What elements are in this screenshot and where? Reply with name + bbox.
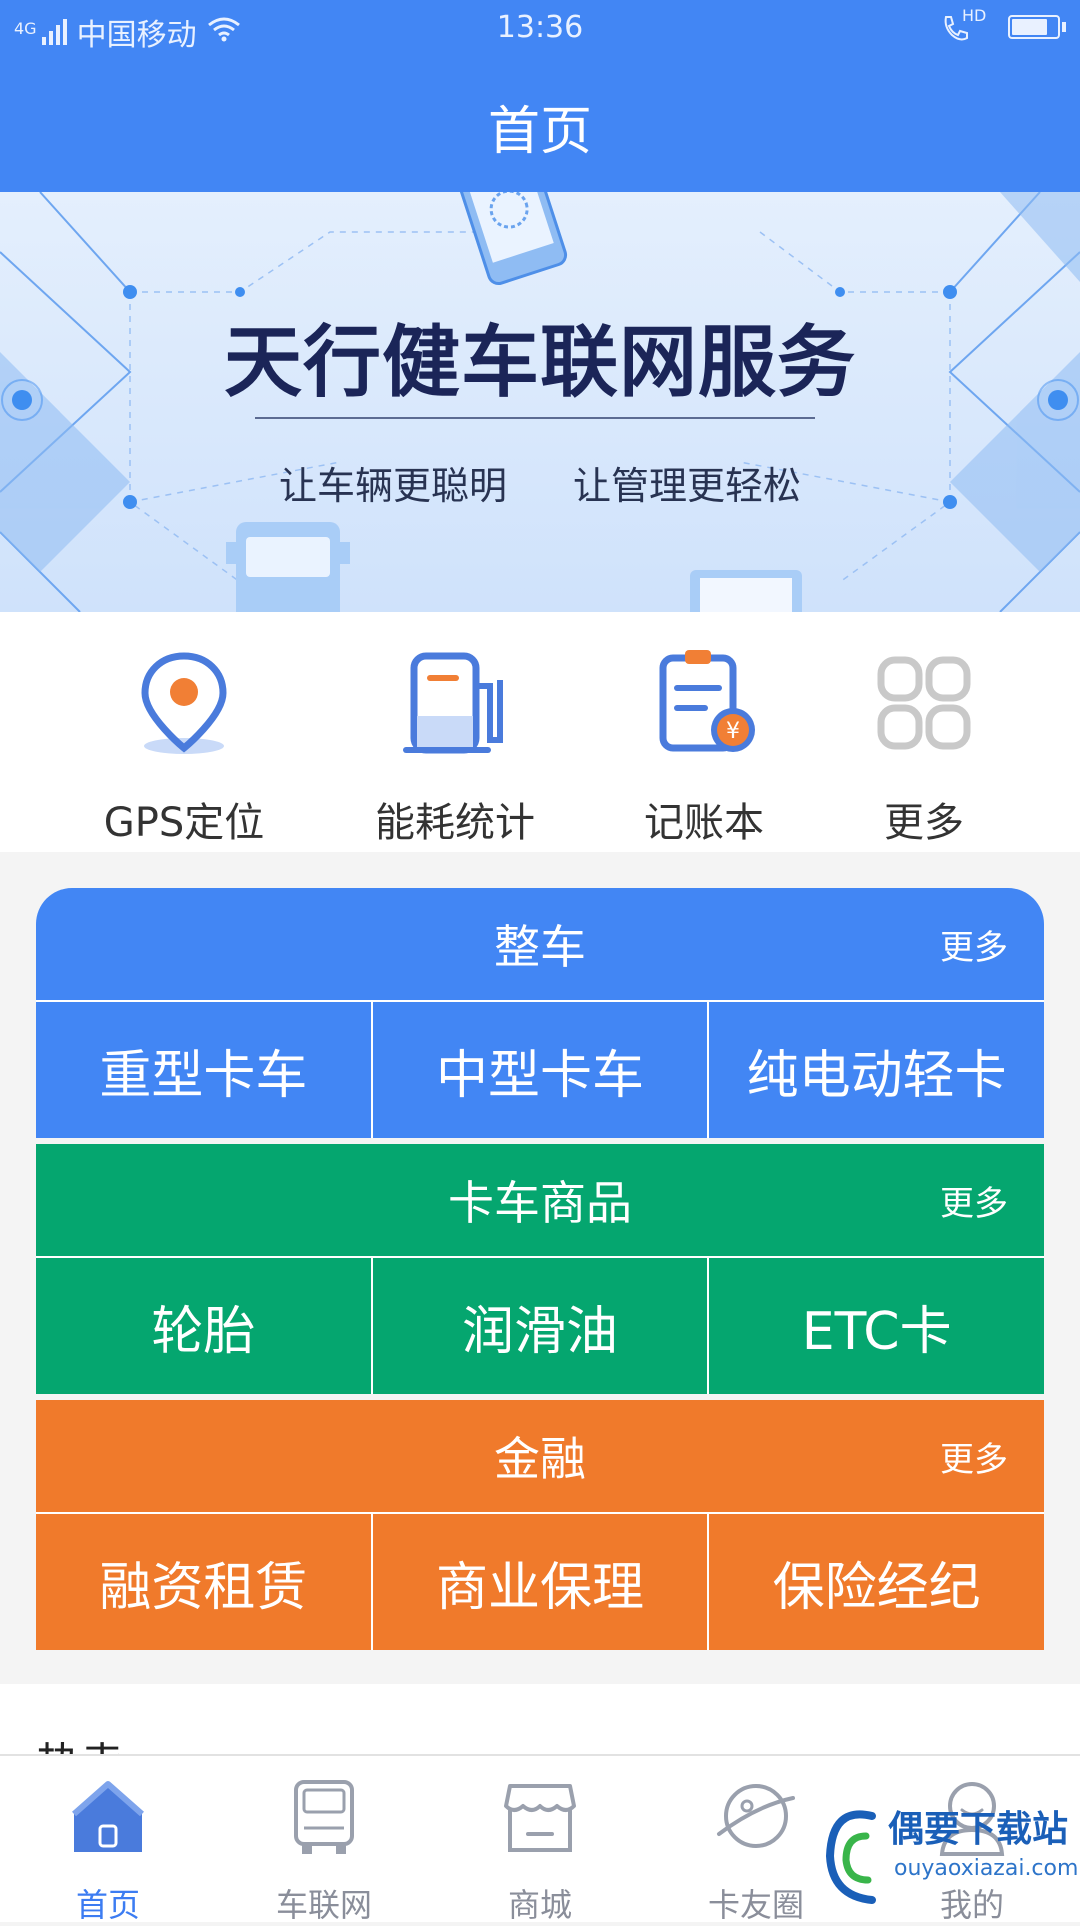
tab-label: 商城	[507, 1886, 572, 1924]
category-insurance-brokerage[interactable]: 保险经纪	[707, 1514, 1044, 1650]
section-title: 金融	[494, 1432, 586, 1486]
fuel-pump-icon	[403, 652, 503, 754]
quick-label: 记账本	[644, 800, 764, 846]
section-items-vehicles: 重型卡车 中型卡车 纯电动轻卡	[36, 1000, 1044, 1138]
tab-mall[interactable]: 商城	[432, 1756, 648, 1924]
quick-more[interactable]: 更多	[814, 638, 1034, 848]
category-commercial-factoring[interactable]: 商业保理	[370, 1514, 708, 1650]
bottom-tab-bar: 首页 车联网 商城 卡友圈 我的 偶要下载站 ouyaoxiazai.com	[0, 1754, 1080, 1924]
section-more-link[interactable]: 更多	[940, 1400, 1008, 1512]
category-financial-leasing[interactable]: 融资租赁	[36, 1514, 371, 1650]
truck-icon	[294, 1780, 354, 1854]
section-header-truck-goods[interactable]: 卡车商品 更多	[36, 1144, 1044, 1256]
grid-more-icon	[877, 656, 971, 750]
section-title: 整车	[494, 920, 586, 974]
quick-label: 能耗统计	[375, 800, 535, 846]
page-title: 首页	[0, 60, 1080, 192]
watermark-logo-icon	[825, 1810, 876, 1904]
quick-ledger[interactable]: ¥ 记账本	[594, 638, 814, 848]
svg-text:¥: ¥	[726, 719, 740, 744]
category-tires[interactable]: 轮胎	[36, 1258, 371, 1394]
shop-icon	[504, 1784, 576, 1852]
banner-subtitle: 让车辆更聪明 让管理更轻松	[0, 455, 1080, 510]
status-bar: 4G 中国移动 13:36 HD	[0, 0, 1080, 60]
quick-label: 更多	[884, 800, 964, 846]
watermark-name: 偶要下载站	[888, 1809, 1069, 1850]
tab-label: 首页	[75, 1886, 140, 1924]
quick-label: GPS定位	[103, 800, 265, 846]
category-electric-light-truck[interactable]: 纯电动轻卡	[707, 1002, 1044, 1138]
planet-icon	[717, 1784, 795, 1848]
section-header-finance[interactable]: 金融 更多	[36, 1400, 1044, 1512]
battery-icon	[1008, 15, 1066, 39]
section-items-truck-goods: 轮胎 润滑油 ETC卡	[36, 1256, 1044, 1394]
quick-actions: GPS定位 能耗统计 ¥ 记账本 更多	[0, 612, 1080, 852]
tab-label: 车联网	[275, 1886, 372, 1924]
quick-energy-stats[interactable]: 能耗统计	[345, 638, 565, 848]
tab-vehicle-network[interactable]: 车联网	[216, 1756, 432, 1924]
section-title: 卡车商品	[448, 1176, 632, 1230]
section-more-link[interactable]: 更多	[940, 1144, 1008, 1256]
promo-banner[interactable]: 天行健车联网服务 让车辆更聪明 让管理更轻松	[0, 192, 1080, 612]
banner-subtitle-left: 让车辆更聪明	[278, 464, 507, 508]
category-lubricant[interactable]: 润滑油	[370, 1258, 708, 1394]
home-icon	[72, 1781, 144, 1852]
category-medium-truck[interactable]: 中型卡车	[370, 1002, 708, 1138]
section-items-finance: 融资租赁 商业保理 保险经纪	[36, 1512, 1044, 1650]
category-cards: 整车 更多 重型卡车 中型卡车 纯电动轻卡 卡车商品 更多 轮胎 润滑油 ETC…	[36, 888, 1044, 1650]
banner-subtitle-right: 让管理更轻松	[573, 464, 802, 508]
location-pin-icon	[141, 652, 227, 754]
banner-divider	[255, 417, 815, 419]
category-heavy-truck[interactable]: 重型卡车	[36, 1002, 371, 1138]
category-etc-card[interactable]: ETC卡	[707, 1258, 1044, 1394]
hd-label: HD	[962, 6, 987, 25]
status-time: 13:36	[496, 10, 584, 45]
section-header-vehicles[interactable]: 整车 更多	[36, 888, 1044, 1000]
ledger-icon: ¥	[659, 650, 755, 752]
status-right: HD	[940, 6, 1066, 44]
section-more-link[interactable]: 更多	[940, 888, 1008, 1000]
site-watermark: 偶要下载站 ouyaoxiazai.com	[822, 1796, 1078, 1916]
watermark-url: ouyaoxiazai.com	[894, 1856, 1079, 1881]
tab-home[interactable]: 首页	[0, 1756, 216, 1924]
banner-title: 天行健车联网服务	[223, 318, 856, 408]
quick-gps-location[interactable]: GPS定位	[74, 638, 294, 848]
hd-call-icon: HD	[940, 6, 986, 44]
